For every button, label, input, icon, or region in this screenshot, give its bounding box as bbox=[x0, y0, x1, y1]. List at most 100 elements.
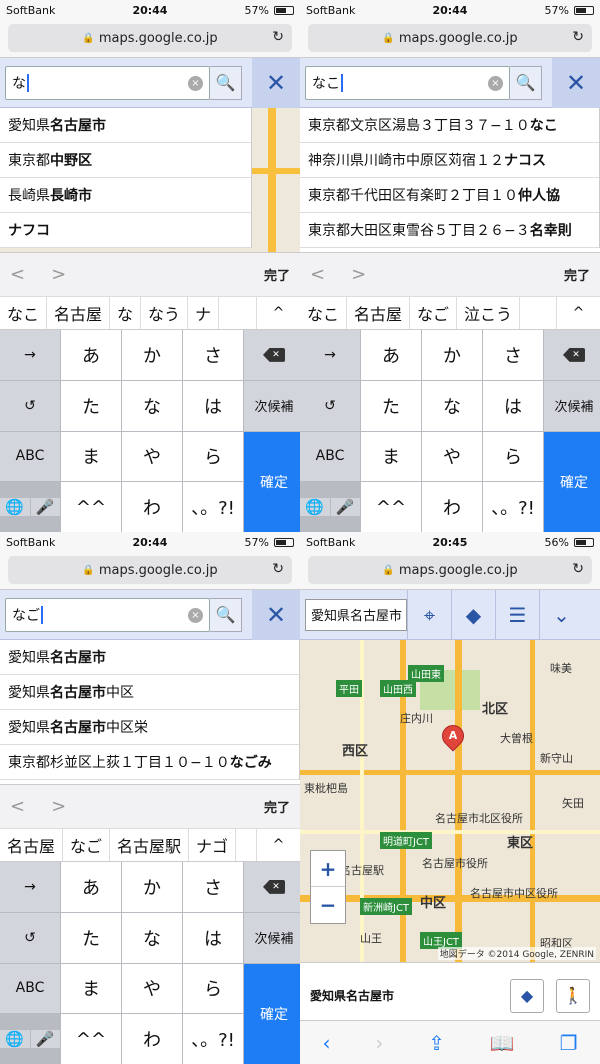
back-icon[interactable]: ‹ bbox=[322, 1031, 330, 1055]
globe-icon[interactable]: 🌐 bbox=[0, 498, 30, 517]
suggestion-item[interactable]: 長崎県 長崎市 bbox=[0, 178, 251, 213]
candidate[interactable]: なご bbox=[410, 297, 458, 329]
key-wa[interactable]: わ bbox=[422, 482, 482, 532]
url-field[interactable]: 🔒 maps.google.co.jp ↻ bbox=[308, 556, 592, 584]
confirm-key[interactable]: 確定 bbox=[244, 431, 300, 532]
search-button[interactable]: 🔍 bbox=[210, 597, 242, 632]
suggestion-item[interactable]: 愛知県 名古屋市 bbox=[0, 640, 299, 675]
key-ma[interactable]: ま bbox=[361, 431, 421, 482]
key-abc[interactable]: ABC bbox=[0, 963, 60, 1014]
key-ya[interactable]: や bbox=[122, 963, 182, 1014]
search-button[interactable]: 🔍 bbox=[510, 65, 542, 100]
confirm-key[interactable]: 確定 bbox=[544, 431, 600, 532]
suggestion-item[interactable]: 神奈川県川崎市中原区苅宿１２ ナコス bbox=[300, 143, 599, 178]
key-ra[interactable]: ら bbox=[483, 431, 543, 482]
key-a[interactable]: あ bbox=[361, 330, 421, 380]
key-undo[interactable]: ↺ bbox=[0, 912, 60, 963]
suggestion-item[interactable]: 東京都 中野区 bbox=[0, 143, 251, 178]
key-sa[interactable]: さ bbox=[183, 862, 243, 912]
key-emoticon[interactable]: ^^ bbox=[61, 482, 121, 532]
key-sa[interactable]: さ bbox=[183, 330, 243, 380]
key-punct[interactable]: 、。?! bbox=[183, 1014, 243, 1064]
key-ra[interactable]: ら bbox=[183, 431, 243, 482]
key-emoticon[interactable]: ^^ bbox=[61, 1014, 121, 1064]
key-ma[interactable]: ま bbox=[61, 963, 121, 1014]
key-ha[interactable]: は bbox=[183, 912, 243, 963]
key-ka[interactable]: か bbox=[122, 862, 182, 912]
key-ta[interactable]: た bbox=[61, 380, 121, 431]
suggestion-item[interactable]: ナフコ bbox=[0, 213, 251, 248]
next-candidate-key[interactable]: 次候補 bbox=[244, 912, 300, 963]
next-field-button[interactable]: > bbox=[51, 264, 66, 285]
share-icon[interactable]: ⇪ bbox=[428, 1031, 445, 1055]
prev-field-button[interactable]: < bbox=[10, 796, 25, 817]
key-sa[interactable]: さ bbox=[483, 330, 543, 380]
directions-icon[interactable]: ◆ bbox=[451, 589, 495, 640]
key-emoticon[interactable]: ^^ bbox=[361, 482, 421, 532]
close-search-button[interactable]: ✕ bbox=[252, 57, 300, 108]
search-button[interactable]: 🔍 bbox=[210, 65, 242, 100]
suggestion-item[interactable]: 東京都千代田区有楽町２丁目１０ 仲人協 bbox=[300, 178, 599, 213]
next-candidate-key[interactable]: 次候補 bbox=[544, 380, 600, 431]
key-abc[interactable]: ABC bbox=[0, 431, 60, 482]
candidate[interactable]: なこ bbox=[300, 297, 348, 329]
key-a[interactable]: あ bbox=[61, 330, 121, 380]
directions-button[interactable]: ◆ bbox=[510, 978, 544, 1013]
menu-dropdown-icon[interactable]: ⌄ bbox=[539, 589, 583, 640]
key-ra[interactable]: ら bbox=[183, 963, 243, 1014]
clear-icon[interactable]: × bbox=[188, 607, 203, 623]
reload-icon[interactable]: ↻ bbox=[272, 561, 284, 577]
key-arrow[interactable]: → bbox=[0, 862, 60, 912]
key-ha[interactable]: は bbox=[183, 380, 243, 431]
candidate[interactable]: な bbox=[110, 297, 142, 329]
done-button[interactable]: 完了 bbox=[264, 797, 290, 816]
reload-icon[interactable]: ↻ bbox=[572, 29, 584, 45]
tabs-icon[interactable]: ❐ bbox=[560, 1031, 578, 1055]
candidate[interactable]: なご bbox=[63, 829, 111, 861]
key-arrow[interactable]: → bbox=[0, 330, 60, 380]
key-ya[interactable]: や bbox=[422, 431, 482, 482]
candidate[interactable]: 名古屋 bbox=[0, 829, 64, 861]
prev-field-button[interactable]: < bbox=[310, 264, 325, 285]
key-undo[interactable]: ↺ bbox=[0, 380, 60, 431]
suggestion-item[interactable]: 愛知県 名古屋市 中区 bbox=[0, 675, 299, 710]
key-punct[interactable]: 、。?! bbox=[483, 482, 543, 532]
delete-key[interactable]: ✕ bbox=[544, 330, 600, 380]
key-abc[interactable]: ABC bbox=[300, 431, 360, 482]
close-search-button[interactable]: ✕ bbox=[552, 57, 600, 108]
key-ya[interactable]: や bbox=[122, 431, 182, 482]
map-marker-a[interactable]: A bbox=[437, 720, 469, 752]
mic-icon[interactable]: 🎤 bbox=[330, 498, 360, 517]
forward-icon[interactable]: › bbox=[375, 1031, 383, 1055]
url-field[interactable]: 🔒 maps.google.co.jp ↻ bbox=[8, 556, 292, 584]
reload-icon[interactable]: ↻ bbox=[572, 561, 584, 577]
street-view-button[interactable]: 🚶 bbox=[556, 978, 590, 1013]
key-ta[interactable]: た bbox=[361, 380, 421, 431]
key-undo[interactable]: ↺ bbox=[300, 380, 360, 431]
search-input[interactable]: なご × bbox=[5, 597, 210, 632]
suggestion-item[interactable]: 東京都大田区東雪谷５丁目２６−３ 名幸則 bbox=[300, 213, 599, 248]
candidate[interactable]: 泣こう bbox=[457, 297, 521, 329]
clear-icon[interactable]: × bbox=[488, 75, 503, 91]
candidate[interactable]: 名古屋 bbox=[47, 297, 111, 329]
search-input[interactable]: な × bbox=[5, 65, 210, 100]
url-field[interactable]: 🔒 maps.google.co.jp ↻ bbox=[8, 24, 292, 52]
suggestion-item[interactable]: 東京都杉並区上荻１丁目１０−１０ なごみ bbox=[0, 745, 299, 780]
bookmarks-icon[interactable]: 📖 bbox=[490, 1031, 515, 1055]
url-field[interactable]: 🔒 maps.google.co.jp ↻ bbox=[308, 24, 592, 52]
candidate[interactable]: ナ bbox=[188, 297, 220, 329]
key-na[interactable]: な bbox=[422, 380, 482, 431]
mic-icon[interactable]: 🎤 bbox=[30, 498, 60, 517]
globe-icon[interactable]: 🌐 bbox=[0, 1030, 30, 1049]
suggestion-item[interactable]: 東京都文京区湯島３丁目３７−１０ なこ bbox=[300, 108, 599, 143]
suggestion-item[interactable]: 愛知県 名古屋市 中区栄 bbox=[0, 710, 299, 745]
suggestion-item[interactable]: 愛知県 名古屋市 bbox=[0, 108, 251, 143]
key-ma[interactable]: ま bbox=[61, 431, 121, 482]
key-ha[interactable]: は bbox=[483, 380, 543, 431]
my-location-icon[interactable]: ⌖ bbox=[407, 589, 451, 640]
map-view[interactable]: 北区 西区 東区 中区 名古屋市役所 名古屋市北区役所 名古屋市中区役所 大曽根… bbox=[300, 640, 600, 962]
key-na[interactable]: な bbox=[122, 912, 182, 963]
location-field[interactable]: 愛知県名古屋市 bbox=[305, 598, 407, 631]
delete-key[interactable]: ✕ bbox=[244, 330, 300, 380]
expand-candidates-button[interactable]: ^ bbox=[556, 297, 600, 329]
